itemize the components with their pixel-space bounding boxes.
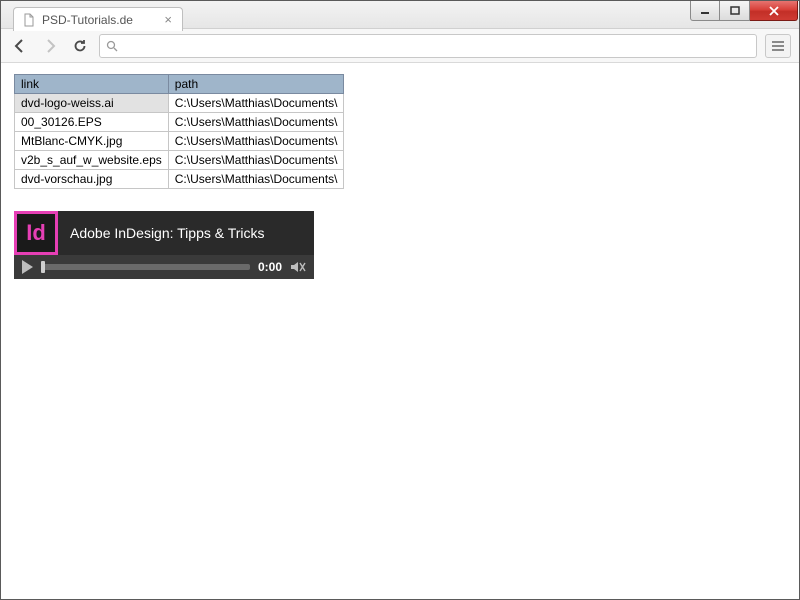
cell-path: C:\Users\Matthias\Documents\ (168, 113, 344, 132)
table-row[interactable]: MtBlanc-CMYK.jpgC:\Users\Matthias\Docume… (15, 132, 344, 151)
cell-link: 00_30126.EPS (15, 113, 169, 132)
indesign-app-icon: Id (14, 211, 58, 255)
minimize-button[interactable] (690, 1, 720, 21)
address-bar[interactable] (99, 34, 757, 58)
forward-button[interactable] (39, 35, 61, 57)
links-table: link path dvd-logo-weiss.aiC:\Users\Matt… (14, 74, 344, 189)
speaker-muted-icon (290, 260, 306, 274)
video-title: Adobe InDesign: Tipps & Tricks (58, 225, 265, 241)
page-content: link path dvd-logo-weiss.aiC:\Users\Matt… (2, 64, 798, 598)
table-row[interactable]: v2b_s_auf_w_website.epsC:\Users\Matthias… (15, 151, 344, 170)
table-row[interactable]: dvd-logo-weiss.aiC:\Users\Matthias\Docum… (15, 94, 344, 113)
arrow-right-icon (42, 38, 58, 54)
cell-path: C:\Users\Matthias\Documents\ (168, 170, 344, 189)
search-icon (106, 40, 118, 52)
tab-title: PSD-Tutorials.de (42, 13, 133, 27)
cell-path: C:\Users\Matthias\Documents\ (168, 151, 344, 170)
back-button[interactable] (9, 35, 31, 57)
progress-bar[interactable] (41, 264, 250, 270)
browser-tab[interactable]: PSD-Tutorials.de × (13, 7, 183, 31)
menu-button[interactable] (765, 34, 791, 58)
browser-window: PSD-Tutorials.de × link path (0, 0, 800, 600)
column-header-link[interactable]: link (15, 75, 169, 94)
cell-link: dvd-vorschau.jpg (15, 170, 169, 189)
time-display: 0:00 (258, 260, 282, 274)
column-header-path[interactable]: path (168, 75, 344, 94)
video-player: Id Adobe InDesign: Tipps & Tricks 0:00 (14, 211, 314, 279)
arrow-left-icon (12, 38, 28, 54)
cell-link: dvd-logo-weiss.ai (15, 94, 169, 113)
reload-button[interactable] (69, 35, 91, 57)
table-row[interactable]: 00_30126.EPSC:\Users\Matthias\Documents\ (15, 113, 344, 132)
tab-close-icon[interactable]: × (164, 13, 172, 26)
close-button[interactable] (750, 1, 798, 21)
tab-strip: PSD-Tutorials.de × (13, 7, 183, 31)
cell-link: v2b_s_auf_w_website.eps (15, 151, 169, 170)
cell-path: C:\Users\Matthias\Documents\ (168, 94, 344, 113)
reload-icon (72, 38, 88, 54)
cell-link: MtBlanc-CMYK.jpg (15, 132, 169, 151)
video-header: Id Adobe InDesign: Tipps & Tricks (14, 211, 314, 255)
titlebar: PSD-Tutorials.de × (1, 1, 799, 29)
video-controls: 0:00 (14, 255, 314, 279)
window-controls (690, 1, 798, 21)
mute-button[interactable] (290, 260, 306, 274)
page-icon (22, 13, 36, 27)
play-button[interactable] (22, 260, 33, 274)
cell-path: C:\Users\Matthias\Documents\ (168, 132, 344, 151)
hamburger-icon (771, 40, 785, 52)
progress-thumb[interactable] (41, 261, 45, 273)
browser-toolbar (1, 29, 799, 63)
table-row[interactable]: dvd-vorschau.jpgC:\Users\Matthias\Docume… (15, 170, 344, 189)
maximize-button[interactable] (720, 1, 750, 21)
